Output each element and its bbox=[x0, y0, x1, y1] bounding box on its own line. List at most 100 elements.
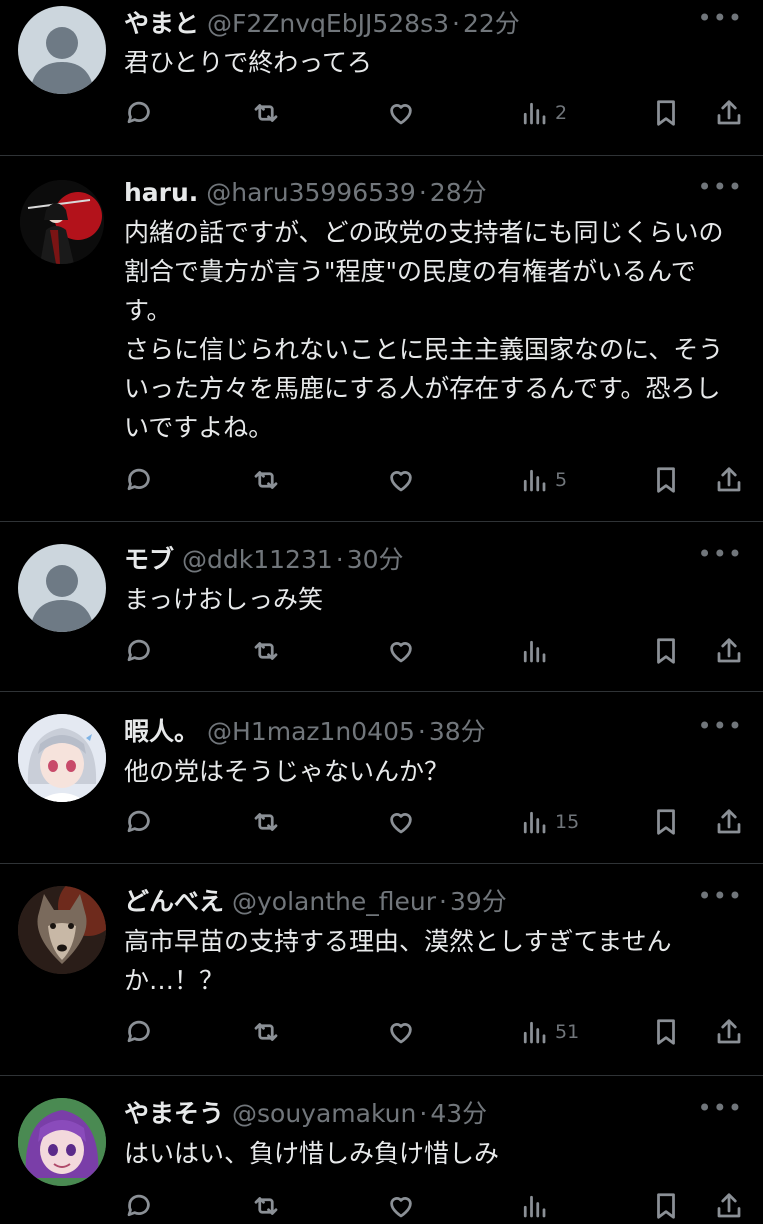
retweet-button[interactable] bbox=[251, 1014, 281, 1050]
timestamp[interactable]: 43分 bbox=[430, 1094, 487, 1130]
like-button[interactable] bbox=[386, 633, 416, 669]
retweet-button[interactable] bbox=[251, 462, 281, 498]
reply-button[interactable] bbox=[124, 1188, 154, 1224]
avatar[interactable] bbox=[18, 1098, 106, 1186]
tweet[interactable]: やまそう @souyamakun · 43分 ••• はいはい、負け惜しみ負け惜… bbox=[0, 1076, 763, 1219]
tweet-header: 暇人。 @H1maz1n0405 · 38分 bbox=[124, 712, 743, 746]
reply-button[interactable] bbox=[124, 804, 154, 840]
avatar[interactable] bbox=[18, 6, 106, 94]
views-button[interactable]: 2 bbox=[519, 95, 567, 131]
reply-button[interactable] bbox=[124, 633, 154, 669]
more-icon[interactable]: ••• bbox=[698, 173, 743, 201]
reply-button[interactable] bbox=[124, 1014, 154, 1050]
share-icon bbox=[717, 1193, 741, 1218]
views-count: 5 bbox=[555, 469, 568, 491]
timestamp[interactable]: 30分 bbox=[347, 540, 404, 576]
views-button[interactable]: 5 bbox=[519, 462, 567, 498]
bookmark-icon bbox=[657, 638, 675, 664]
views-button[interactable] bbox=[519, 1188, 555, 1224]
more-icon[interactable]: ••• bbox=[698, 4, 743, 32]
tweet-text: 内緒の話ですが、どの政党の支持者にも同じくらいの割合で貴方が言う"程度"の民度の… bbox=[124, 218, 724, 442]
bookmark-button[interactable] bbox=[651, 1188, 681, 1224]
bookmark-button[interactable] bbox=[651, 1014, 681, 1050]
retweet-icon bbox=[254, 1023, 278, 1041]
retweet-icon bbox=[254, 104, 278, 122]
reply-icon bbox=[127, 639, 150, 662]
views-icon bbox=[523, 640, 546, 663]
tweet[interactable]: 暇人。 @H1maz1n0405 · 38分 ••• 他の党はそうじゃないんか？… bbox=[0, 692, 763, 864]
display-name[interactable]: やまと bbox=[124, 4, 199, 40]
reply-button[interactable] bbox=[124, 95, 154, 131]
handle[interactable]: @souyamakun bbox=[232, 1099, 416, 1128]
reply-button[interactable] bbox=[124, 462, 154, 498]
like-button[interactable] bbox=[386, 95, 416, 131]
like-icon bbox=[390, 642, 412, 663]
tweet[interactable]: どんべえ @yolanthe_fleur · 39分 ••• 高市早苗の支持する… bbox=[0, 864, 763, 1076]
action-bar: 5 bbox=[124, 462, 744, 498]
share-button[interactable] bbox=[714, 1014, 744, 1050]
tweet[interactable]: やまと @F2ZnvqEbJJ528s3 · 22分 ••• 君ひとりで終わって… bbox=[0, 0, 763, 156]
bookmark-button[interactable] bbox=[651, 804, 681, 840]
views-button[interactable] bbox=[519, 633, 555, 669]
bookmark-button[interactable] bbox=[651, 95, 681, 131]
like-icon bbox=[390, 471, 412, 492]
display-name[interactable]: 暇人。 bbox=[124, 712, 199, 748]
display-name[interactable]: やまそう bbox=[124, 1094, 224, 1130]
reply-icon bbox=[127, 468, 150, 491]
handle[interactable]: @ddk11231 bbox=[182, 545, 333, 574]
bookmark-button[interactable] bbox=[651, 462, 681, 498]
display-name[interactable]: haru. bbox=[124, 178, 198, 207]
retweet-button[interactable] bbox=[251, 95, 281, 131]
bookmark-button[interactable] bbox=[651, 633, 681, 669]
bookmark-icon bbox=[657, 467, 675, 493]
like-button[interactable] bbox=[386, 462, 416, 498]
retweet-button[interactable] bbox=[251, 1188, 281, 1224]
avatar[interactable] bbox=[18, 544, 106, 632]
display-name[interactable]: モブ bbox=[124, 540, 174, 576]
like-button[interactable] bbox=[386, 804, 416, 840]
like-button[interactable] bbox=[386, 1188, 416, 1224]
more-icon[interactable]: ••• bbox=[698, 1094, 743, 1122]
tweet[interactable]: モブ @ddk11231 · 30分 ••• まっけおしっみ笑 bbox=[0, 522, 763, 692]
like-button[interactable] bbox=[386, 1014, 416, 1050]
timestamp[interactable]: 38分 bbox=[429, 712, 486, 748]
separator: · bbox=[452, 9, 460, 38]
action-bar: 2 bbox=[124, 95, 744, 131]
share-button[interactable] bbox=[714, 1188, 744, 1224]
timestamp[interactable]: 28分 bbox=[430, 173, 487, 209]
avatar[interactable] bbox=[20, 180, 104, 264]
views-count: 51 bbox=[555, 1021, 580, 1043]
timestamp[interactable]: 22分 bbox=[463, 4, 520, 40]
share-button[interactable] bbox=[714, 95, 744, 131]
share-button[interactable] bbox=[714, 462, 744, 498]
timestamp[interactable]: 39分 bbox=[450, 882, 507, 918]
handle[interactable]: @F2ZnvqEbJJ528s3 bbox=[207, 9, 449, 38]
tweet-header: やまそう @souyamakun · 43分 bbox=[124, 1094, 743, 1128]
handle[interactable]: @H1maz1n0405 bbox=[207, 717, 415, 746]
avatar[interactable] bbox=[18, 886, 106, 974]
views-button[interactable]: 15 bbox=[519, 804, 579, 840]
more-icon[interactable]: ••• bbox=[698, 712, 743, 740]
display-name[interactable]: どんべえ bbox=[124, 882, 224, 918]
tweet-header: どんべえ @yolanthe_fleur · 39分 bbox=[124, 882, 743, 916]
action-bar: 15 bbox=[124, 804, 744, 840]
views-count: 2 bbox=[555, 102, 568, 124]
more-icon[interactable]: ••• bbox=[698, 540, 743, 568]
more-icon[interactable]: ••• bbox=[698, 882, 743, 910]
share-button[interactable] bbox=[714, 633, 744, 669]
views-button[interactable]: 51 bbox=[519, 1014, 579, 1050]
share-button[interactable] bbox=[714, 804, 744, 840]
share-icon bbox=[717, 809, 741, 834]
separator: · bbox=[419, 1099, 428, 1128]
retweet-button[interactable] bbox=[251, 633, 281, 669]
handle[interactable]: @yolanthe_fleur bbox=[232, 887, 436, 916]
tweet[interactable]: haru. @haru35996539 · 28分 ••• 内緒の話ですが、どの… bbox=[0, 156, 763, 522]
views-icon bbox=[523, 102, 546, 125]
avatar[interactable] bbox=[18, 714, 106, 802]
tweet-text: 他の党はそうじゃないんか？ bbox=[124, 757, 450, 786]
handle[interactable]: @haru35996539 bbox=[206, 178, 416, 207]
retweet-button[interactable] bbox=[251, 804, 281, 840]
anime-girl-avatar-icon bbox=[18, 714, 106, 802]
bookmark-icon bbox=[657, 809, 675, 835]
tweet-text: まっけおしっみ笑 bbox=[124, 585, 324, 614]
